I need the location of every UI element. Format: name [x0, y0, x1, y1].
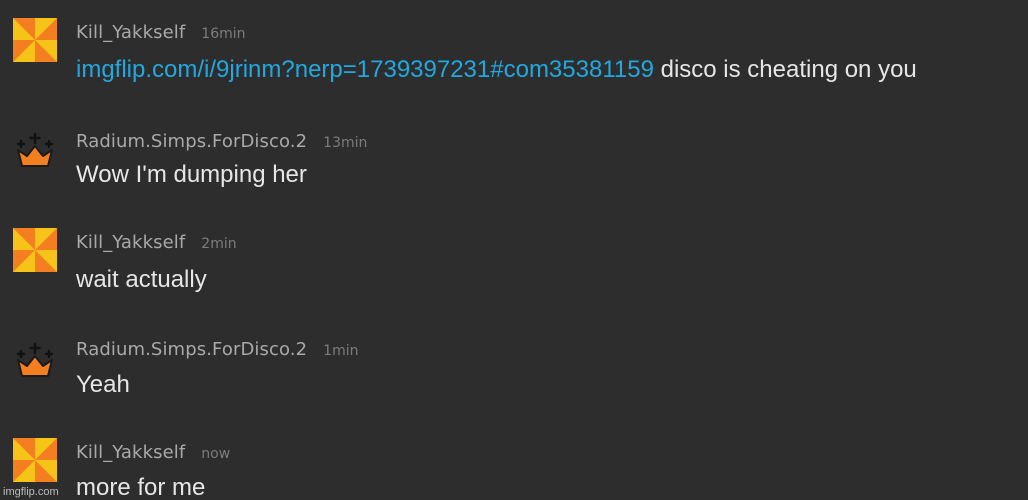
comment-text: wait actually	[76, 266, 207, 293]
comment-username[interactable]: Radium.Simps.ForDisco.2	[76, 339, 307, 360]
comment-text: more for me	[76, 474, 206, 500]
crown-icon[interactable]	[15, 342, 55, 378]
comment-item: Kill_Yakkself now more for me	[0, 420, 1028, 500]
comment-timestamp[interactable]: 1min	[323, 343, 358, 359]
pinwheel-icon[interactable]	[13, 438, 57, 482]
comment-meta: Kill_Yakkself now	[76, 442, 230, 463]
comment-timestamp[interactable]: 16min	[201, 26, 245, 42]
comment-timestamp[interactable]: 2min	[201, 236, 236, 252]
comment-meta: Radium.Simps.ForDisco.2 1min	[76, 339, 358, 360]
crown-icon[interactable]	[15, 132, 55, 168]
pinwheel-icon[interactable]	[13, 228, 57, 272]
comment-username[interactable]: Radium.Simps.ForDisco.2	[76, 131, 307, 152]
comment-text-body: disco is cheating on you	[660, 56, 917, 83]
comment-timestamp[interactable]: now	[201, 446, 230, 462]
comment-link[interactable]: imgflip.com/i/9jrinm?nerp=1739397231#com…	[76, 56, 654, 83]
comment-text: imgflip.com/i/9jrinm?nerp=1739397231#com…	[76, 56, 917, 84]
imgflip-watermark: imgflip.com	[3, 486, 59, 498]
comment-username[interactable]: Kill_Yakkself	[76, 232, 185, 253]
comment-item: Kill_Yakkself 16min imgflip.com/i/9jrinm?…	[0, 0, 1028, 104]
comment-username[interactable]: Kill_Yakkself	[76, 442, 185, 463]
comment-username[interactable]: Kill_Yakkself	[76, 22, 185, 43]
comment-meta: Kill_Yakkself 2min	[76, 232, 237, 253]
pinwheel-icon[interactable]	[13, 18, 57, 62]
comment-meta: Radium.Simps.ForDisco.2 13min	[76, 131, 367, 152]
comment-text: Wow I'm dumping her	[76, 161, 307, 188]
comment-meta: Kill_Yakkself 16min	[76, 22, 246, 43]
comment-item: Kill_Yakkself 2min wait actually	[0, 210, 1028, 314]
comment-timestamp[interactable]: 13min	[323, 135, 367, 151]
comment-text: Yeah	[76, 371, 130, 398]
